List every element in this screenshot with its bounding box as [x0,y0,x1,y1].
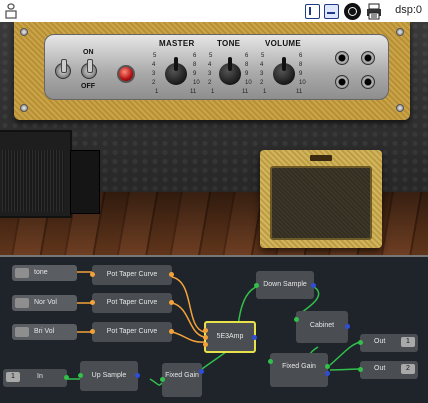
bottom-view-icon[interactable] [324,4,339,19]
input-port[interactable] [78,373,83,378]
output-port[interactable] [345,324,350,329]
background-amp-left [0,130,72,218]
tone-knob[interactable] [219,57,241,85]
input-port[interactable] [90,329,95,334]
volume-knob-label: VOLUME [265,39,302,48]
amp-head: ON OFF MASTER 5 4 3 2 1 6 8 9 10 11 TONE… [14,22,410,120]
nor-vol-slider[interactable]: Nor Vol [12,295,77,311]
down-sample-node[interactable]: Down Sample [254,271,316,299]
output-port[interactable] [169,300,174,305]
output-node-2[interactable]: Out 2 [358,361,418,379]
input-port[interactable] [358,340,363,345]
fixed-gain-node[interactable]: Fixed Gain [268,353,330,387]
amp-logo-badge [310,155,332,161]
input-port[interactable] [358,367,363,372]
screw-icon [20,104,28,112]
up-sample-node[interactable]: Up Sample [78,361,140,391]
tone-slider-label: tone [34,269,48,276]
output-port[interactable] [64,375,69,380]
screw-icon [396,28,404,36]
output-port[interactable] [325,364,330,369]
input-port[interactable] [294,317,299,322]
slider-handle[interactable] [15,298,29,308]
output-port[interactable] [311,283,316,288]
master-knob[interactable] [165,57,187,85]
fixed-gain-node[interactable]: Fixed Gain [160,363,204,397]
input-jack-icon [361,51,375,65]
pot-taper-curve-node[interactable]: Pot Taper Curve [90,265,174,285]
input-port[interactable] [268,359,273,364]
audio-output-port[interactable] [252,335,257,340]
control-input-port[interactable] [203,335,208,340]
patch-editor: tone Nor Vol Bri Vol Pot Taper Curve Pot… [0,255,428,403]
output-node-1[interactable]: Out 1 [358,334,418,352]
bri-vol-slider-label: Bri Vol [34,328,55,335]
pot-taper-curve-node[interactable]: Pot Taper Curve [90,322,174,342]
output-port[interactable] [169,272,174,277]
control-input-port[interactable] [203,342,208,347]
output-port[interactable] [325,371,330,376]
input-port[interactable] [90,300,95,305]
print-icon[interactable] [366,3,382,20]
input-port[interactable] [160,377,165,382]
control-input-port[interactable] [203,328,208,333]
input-jack-icon [335,51,349,65]
input-jack-icon [361,75,375,89]
input-jack-icon [335,75,349,89]
slider-handle[interactable] [15,327,29,337]
nor-vol-slider-label: Nor Vol [34,299,57,306]
slider-handle[interactable] [15,268,29,278]
screw-icon [20,28,28,36]
switch-on-label: ON [83,49,94,56]
input-channel-tag: 1 [6,372,20,382]
bri-vol-slider[interactable]: Bri Vol [12,324,77,340]
output-port[interactable] [199,369,204,374]
master-knob-label: MASTER [159,39,195,48]
input-port[interactable] [90,272,95,277]
standby-toggle[interactable] [55,59,71,79]
toolbar: dsp:0 [0,0,428,22]
power-toggle[interactable] [81,59,97,79]
output-port[interactable] [169,329,174,334]
amp-stage: ON OFF MASTER 5 4 3 2 1 6 8 9 10 11 TONE… [0,22,428,255]
split-view-icon[interactable] [305,4,320,19]
input-port[interactable] [254,283,259,288]
cabinet-node[interactable]: Cabinet [294,311,350,343]
record-icon[interactable] [344,3,361,20]
dsp-load-label: dsp:0 [395,4,422,16]
background-amp-tweed [260,150,382,248]
output-channel-tag: 1 [401,337,415,347]
control-panel: ON OFF MASTER 5 4 3 2 1 6 8 9 10 11 TONE… [44,34,389,100]
screw-icon [396,104,404,112]
tone-knob-label: TONE [217,39,241,48]
5e3-amp-node[interactable]: 5E3Amp [203,321,257,353]
output-channel-tag: 2 [401,364,415,374]
switch-off-label: OFF [81,83,95,90]
pot-taper-curve-node[interactable]: Pot Taper Curve [90,293,174,313]
volume-knob[interactable] [273,57,295,85]
app-logo-icon [5,3,17,19]
input-node[interactable]: 1 In [3,369,69,387]
output-port[interactable] [135,373,140,378]
background-cabinet-left [70,150,100,214]
pilot-light-icon [117,65,135,83]
tone-slider[interactable]: tone [12,265,77,281]
